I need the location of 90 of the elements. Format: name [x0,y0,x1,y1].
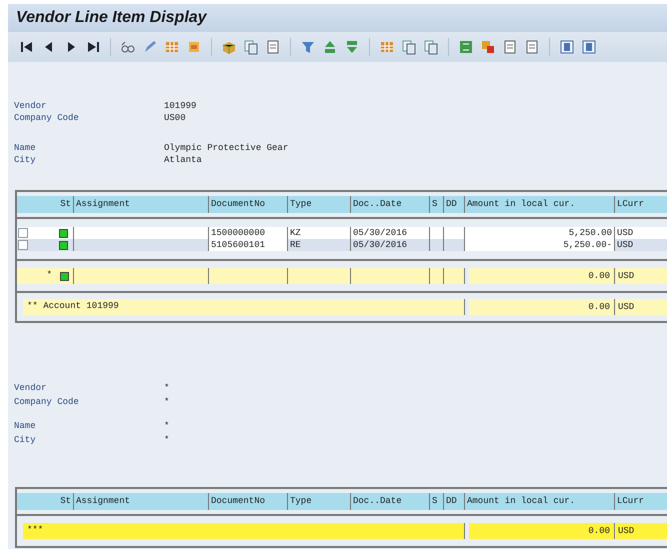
row-checkbox[interactable] [18,240,28,250]
row-checkbox[interactable] [18,228,28,238]
sum-icon [458,39,474,55]
column-header: Doc..Date [351,493,430,510]
column-icon [559,39,575,55]
field-label: City [14,434,37,447]
glasses-icon [120,39,136,55]
column-header: Amount in local cur. [465,196,615,213]
table-cell: 0.00 [588,302,610,312]
table-cell: 0.00 [588,271,610,281]
grid-icon [379,39,395,55]
table-cell: RE [290,240,301,250]
field-value: Atlanta [164,154,202,166]
column-header: Type [288,196,351,213]
field-value: * [164,382,170,395]
column-header: St [17,493,74,510]
status-light-icon [59,228,68,238]
subtotal-icon [480,39,496,55]
field-label: Name [14,142,37,154]
field-value: Olympic Protective Gear [164,142,288,154]
field-label: Name [14,420,37,433]
status-light-icon [60,272,69,280]
column-header: DocumentNo [209,493,288,510]
column-button[interactable] [558,38,576,56]
copy-button[interactable] [242,38,260,56]
column-header: S [430,196,444,213]
column-icon [581,39,597,55]
document-icon [186,39,202,55]
navigate-last-icon [85,39,101,55]
table-cell: 1500000000 [211,228,266,238]
table-cell: USD [618,271,634,281]
field-label: Vendor [14,100,48,112]
column-header: DD [444,196,465,213]
copy-icon [401,39,417,55]
page-icon [524,39,540,55]
field-label: Vendor [14,382,48,395]
column-header: S [430,493,444,510]
table-cell: 0.00 [588,526,610,536]
column-header: LCurr [615,196,667,213]
filter-icon [300,39,316,55]
table-cell [288,268,351,284]
copy-button[interactable] [422,38,440,56]
column-header: LCurr [615,493,667,510]
column-header: DocumentNo [209,196,288,213]
pencil-icon [142,39,158,55]
column-header: Assignment [74,493,209,510]
table-cell: USD [617,240,634,250]
field-value: 101999 [164,100,196,112]
sum-button[interactable] [457,38,475,56]
field-label: Company Code [14,396,80,409]
table-cell: USD [618,526,634,536]
column-button[interactable] [580,38,598,56]
column-header: Amount in local cur. [465,493,615,510]
grid-icon [164,39,180,55]
total-label: ** Account 101999 [26,300,119,314]
subtotal-marker: * [46,269,52,282]
field-label: Company Code [14,112,80,124]
table-cell: 5105600101 [211,240,266,250]
page-icon [502,39,518,55]
status-light-icon [59,240,68,250]
table-cell: USD [618,302,634,312]
sort-ascending-icon [322,39,338,55]
package-icon [221,39,237,55]
table-cell [430,268,444,284]
subtotal-button[interactable] [479,38,497,56]
table-cell: 5,250.00 [568,228,612,238]
table-cell: 05/30/2016 [353,240,408,250]
sort-descending-icon [344,39,360,55]
grand-total-label: *** [26,524,44,538]
column-header: Doc..Date [351,196,430,213]
column-header: Assignment [74,196,209,213]
copy-icon [243,39,259,55]
field-value: * [164,434,170,447]
copy-button[interactable] [400,38,418,56]
table-cell: KZ [290,228,301,238]
column-header: St [17,196,74,213]
table-cell: 05/30/2016 [353,228,408,238]
copy-icon [423,39,439,55]
table-cell: USD [617,228,634,238]
field-label: City [14,154,37,166]
table-cell [444,268,465,284]
column-header: Type [288,493,351,510]
column-header: DD [444,493,465,510]
window-title: Vendor Line Item Display [16,8,207,28]
field-value: * [164,396,170,409]
field-value: US00 [164,112,186,124]
page-icon [265,39,281,55]
field-value: * [164,420,170,433]
table-cell: 5,250.00- [563,240,612,250]
navigate-first-icon [19,39,35,55]
